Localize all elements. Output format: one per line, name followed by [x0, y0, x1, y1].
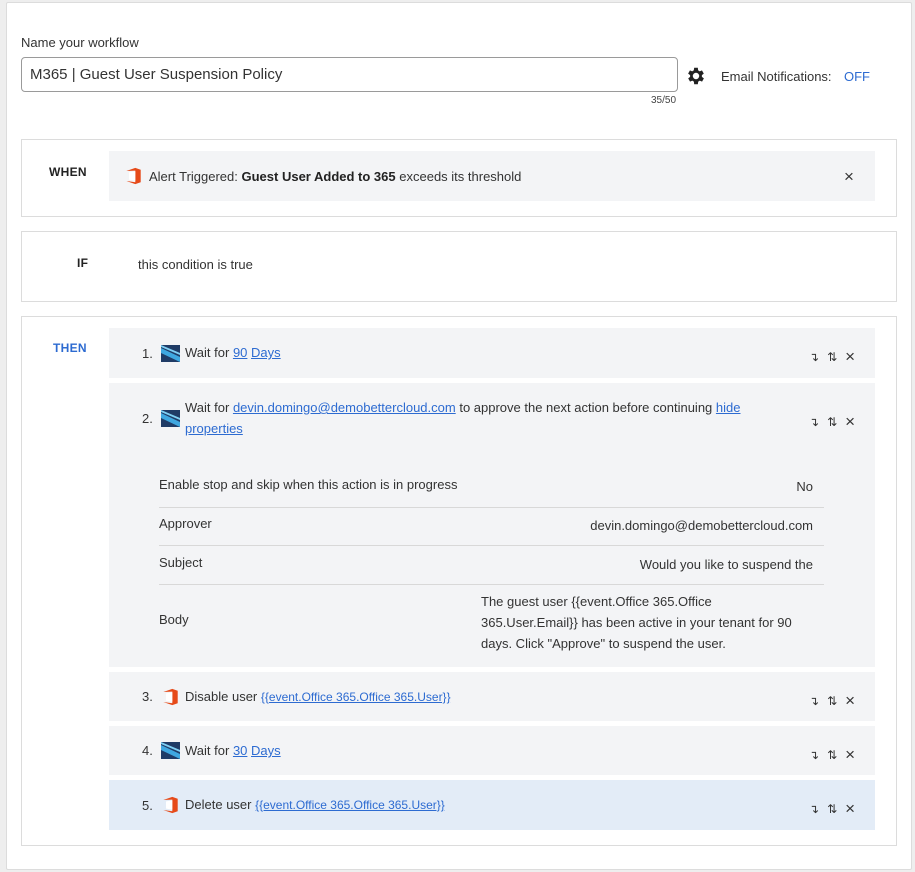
- trigger-suffix: exceeds its threshold: [399, 168, 522, 184]
- step-number: 4.: [142, 743, 153, 758]
- property-row: Body The guest user {{event.Office 365.O…: [159, 585, 824, 659]
- user-token-link[interactable]: {{event.Office 365.Office 365.User}}: [255, 798, 445, 812]
- step-card[interactable]: 3. Disable user {{event.Office 365.Offic…: [109, 672, 875, 721]
- step-card[interactable]: 1. Wait for 90 Days ↴ ⇅ ×: [109, 328, 875, 378]
- property-value-line: The guest user {{event.Office 365.Office: [481, 594, 712, 609]
- move-down-icon[interactable]: ↴: [809, 749, 819, 761]
- step-number: 1.: [142, 346, 153, 361]
- approver-email-link[interactable]: devin.domingo@demobettercloud.com: [233, 400, 456, 415]
- workflow-name-input[interactable]: M365 | Guest User Suspension Policy: [21, 57, 678, 92]
- when-label: WHEN: [49, 165, 87, 179]
- wait-duration-link[interactable]: 90: [233, 345, 247, 360]
- trigger-prefix: Alert Triggered:: [149, 168, 238, 184]
- reorder-icon[interactable]: ⇅: [827, 351, 837, 363]
- step-prefix: Delete user: [185, 797, 252, 812]
- bettercloud-icon: [161, 345, 180, 362]
- hide-properties-link-line2[interactable]: properties: [185, 421, 243, 436]
- email-notifications-toggle[interactable]: OFF: [844, 69, 870, 84]
- wait-unit-link[interactable]: Days: [251, 743, 281, 758]
- property-value-line: 365.User.Email}} has been active in your…: [481, 615, 792, 630]
- property-key: Approver: [159, 516, 212, 531]
- remove-step-icon[interactable]: ×: [845, 800, 855, 817]
- reorder-icon[interactable]: ⇅: [827, 749, 837, 761]
- property-row: Subject Would you like to suspend the: [159, 546, 824, 585]
- email-notifications-label: Email Notifications:: [721, 69, 832, 84]
- remove-step-icon[interactable]: ×: [845, 692, 855, 709]
- step-prefix: Wait for: [185, 743, 230, 758]
- step-number: 3.: [142, 689, 153, 704]
- gear-icon[interactable]: [685, 65, 707, 87]
- step-prefix: Disable user: [185, 689, 258, 704]
- property-value: No: [796, 479, 813, 494]
- property-key: Subject: [159, 555, 203, 570]
- hide-properties-link-line1[interactable]: hide: [716, 400, 741, 415]
- move-down-icon[interactable]: ↴: [809, 351, 819, 363]
- move-down-icon[interactable]: ↴: [809, 695, 819, 707]
- office365-icon: [163, 688, 178, 706]
- reorder-icon[interactable]: ⇅: [827, 416, 837, 428]
- then-label: THEN: [53, 341, 87, 355]
- workflow-name-label: Name your workflow: [21, 35, 139, 50]
- step-middle-text: to approve the next action before contin…: [459, 400, 713, 415]
- property-key: Enable stop and skip when this action is…: [159, 477, 458, 492]
- reorder-icon[interactable]: ⇅: [827, 803, 837, 815]
- remove-step-icon[interactable]: ×: [845, 348, 855, 365]
- if-section: IF this condition is true: [21, 231, 897, 302]
- step-prefix: Wait for: [185, 400, 230, 415]
- step-number: 2.: [142, 411, 153, 426]
- if-label: IF: [77, 256, 89, 270]
- property-value-line: days. Click "Approve" to suspend the use…: [481, 636, 726, 651]
- remove-step-icon[interactable]: ×: [845, 746, 855, 763]
- then-section: THEN 1. Wait for 90 Days ↴ ⇅ × 2. Wait f…: [21, 316, 897, 846]
- when-section: WHEN Alert Triggered: Guest User Added t…: [21, 139, 897, 217]
- remove-trigger-icon[interactable]: ×: [844, 168, 854, 185]
- property-row: Approver devin.domingo@demobettercloud.c…: [159, 508, 824, 546]
- bettercloud-icon: [161, 410, 180, 427]
- step-card-active[interactable]: 5. Delete user {{event.Office 365.Office…: [109, 780, 875, 830]
- property-value: Would you like to suspend the: [639, 557, 813, 572]
- property-key: Body: [159, 612, 189, 627]
- wait-unit-link[interactable]: Days: [251, 345, 281, 360]
- step-number: 5.: [142, 798, 153, 813]
- move-down-icon[interactable]: ↴: [809, 416, 819, 428]
- move-down-icon[interactable]: ↴: [809, 803, 819, 815]
- step-prefix: Wait for: [185, 345, 230, 360]
- alert-name[interactable]: Guest User Added to 365: [242, 169, 396, 184]
- property-row: Enable stop and skip when this action is…: [159, 467, 824, 508]
- remove-step-icon[interactable]: ×: [845, 413, 855, 430]
- user-token-link[interactable]: {{event.Office 365.Office 365.User}}: [261, 690, 451, 704]
- office365-icon: [163, 796, 178, 814]
- bettercloud-icon: [161, 742, 180, 759]
- reorder-icon[interactable]: ⇅: [827, 695, 837, 707]
- condition-text[interactable]: this condition is true: [138, 257, 253, 272]
- character-count: 35/50: [651, 95, 677, 106]
- step-card[interactable]: 4. Wait for 30 Days ↴ ⇅ ×: [109, 726, 875, 775]
- wait-duration-link[interactable]: 30: [233, 743, 247, 758]
- property-value: devin.domingo@demobettercloud.com: [590, 518, 813, 533]
- step-card[interactable]: 2. Wait for devin.domingo@demobetterclou…: [109, 383, 875, 667]
- trigger-card[interactable]: Alert Triggered: Guest User Added to 365…: [109, 151, 875, 201]
- office365-icon: [126, 167, 141, 185]
